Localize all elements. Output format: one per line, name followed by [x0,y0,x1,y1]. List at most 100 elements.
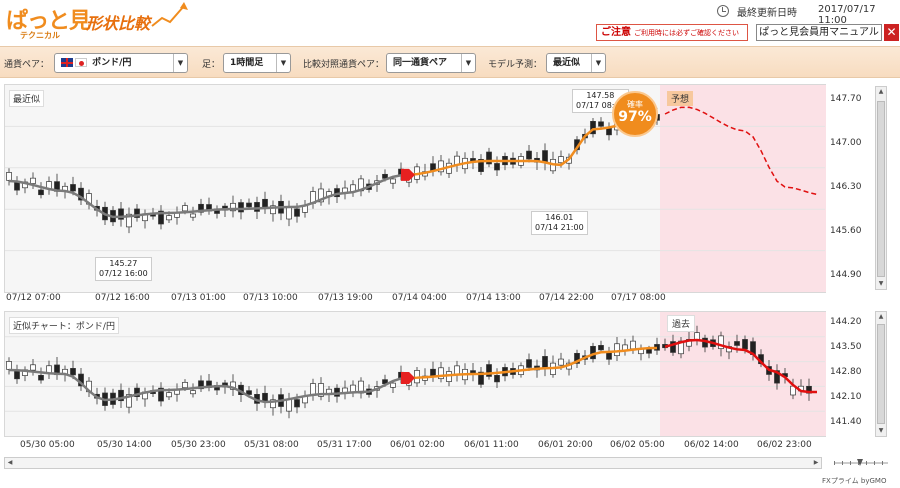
candle [262,392,268,402]
scroll-down-icon[interactable]: ▼ [876,426,886,436]
bar-label: 足： [202,60,221,70]
candle [294,399,300,408]
updated-label: 最終更新日時 [737,8,797,19]
candle [598,345,604,351]
candle [542,150,548,163]
candle [6,172,12,181]
manual-button[interactable]: ぱっと見会員用マニュアル [756,24,882,41]
jp-flag-icon [75,58,87,67]
panel2-tag: 近似チャート：ポンド/円 [9,317,119,334]
x-tick: 07/12 07:00 [6,293,61,303]
chevron-down-icon: ▼ [591,54,605,72]
candle [166,392,172,398]
y-tick: 144.20 [830,317,862,327]
scroll-up-icon[interactable]: ▲ [876,312,886,322]
bar-value: 1時間足 [230,58,264,68]
candle [390,178,396,184]
candle [182,205,188,212]
start-marker-icon [401,168,415,181]
notice-text: ご利用時には必ずご確認ください [634,29,739,37]
footer-brand: FXプライム byGMO [822,477,887,485]
candle [246,202,252,208]
candle [542,356,548,369]
zoom-slider[interactable] [830,458,892,468]
y-tick: 142.10 [830,392,862,402]
panel1-x-axis: 07/12 07:00 07/12 16:00 07/13 01:00 07/1… [0,293,826,309]
bar-select[interactable]: 1時間足 ▼ [223,53,291,73]
candle [430,368,436,377]
x-tick: 06/01 02:00 [390,440,445,450]
candle [694,332,700,340]
forecast-line [664,338,817,394]
chevron-down-icon: ▼ [276,54,290,72]
scroll-up-icon[interactable]: ▲ [876,87,886,97]
candle [526,150,532,160]
candle [614,343,620,357]
candle [558,358,564,366]
compare-select[interactable]: 同一通貨ペア ▼ [386,53,476,73]
y-tick: 142.80 [830,367,862,377]
x-tick: 07/13 19:00 [318,293,373,303]
start-marker-icon [401,371,415,384]
x-tick: 07/12 16:00 [95,293,150,303]
y-tick: 146.30 [830,182,862,192]
annotation-low: 145.27 07/12 16:00 [95,257,152,281]
uk-flag-icon [61,58,73,67]
chevron-down-icon: ▼ [461,54,475,72]
candle [14,370,20,380]
scroll-right-icon[interactable]: ▶ [811,458,821,468]
annotation-mid: 146.01 07/14 21:00 [531,211,588,235]
candle [190,213,196,218]
scroll-down-icon[interactable]: ▼ [876,279,886,289]
pair-value: ポンド/円 [92,58,132,68]
x-tick: 05/30 05:00 [20,440,75,450]
candle [254,202,260,212]
x-tick: 07/14 13:00 [466,293,521,303]
panel2-vertical-scrollbar[interactable]: ▲ ▼ [875,311,887,437]
candle [6,361,12,370]
compare-value: 同一通貨ペア [393,58,448,68]
close-button[interactable]: ✕ [884,24,899,41]
candle [598,121,604,127]
x-tick: 05/30 14:00 [97,440,152,450]
panel1-y-axis: 147.70 147.00 146.30 145.60 144.90 [826,84,874,293]
annotation-low-value: 145.27 [109,259,138,268]
candle [30,364,36,371]
panel1-vertical-scrollbar[interactable]: ▲ ▼ [875,86,887,290]
candle [38,189,44,196]
candle [430,163,436,171]
model-select[interactable]: 最近似 ▼ [546,53,606,73]
notice-button[interactable]: ご注意 ご利用時には必ずご確認ください [596,24,748,41]
x-tick: 07/17 08:00 [611,293,666,303]
scroll-thumb[interactable] [877,101,885,277]
app-window: ぱっと見 テクニカル 形状比較 最終更新日時 2017/07/17 11:00 … [0,0,900,488]
horizontal-scrollbar[interactable]: ◀ ▶ [4,457,822,469]
candle [590,345,596,360]
candle [286,398,292,412]
candle [238,202,244,213]
candle [454,365,460,375]
x-tick: 07/14 04:00 [392,293,447,303]
past-chart-panel: 近似チャート：ポンド/円 過去 [4,311,826,437]
past-chart[interactable] [5,312,825,436]
x-tick: 06/02 14:00 [684,440,739,450]
updated-time: 2017/07/17 11:00 [818,4,876,26]
scroll-left-icon[interactable]: ◀ [5,458,15,468]
logo: ぱっと見 テクニカル [6,3,91,41]
x-tick: 06/01 20:00 [538,440,593,450]
candle [166,215,172,221]
forecast-line [664,106,818,196]
candle [182,381,188,388]
y-tick: 147.70 [830,94,862,104]
clock-icon [717,5,729,17]
pair-select[interactable]: ポンド/円 ▼ [54,53,188,73]
candle [630,340,636,350]
annotation-mid-value: 146.01 [545,213,574,222]
scroll-thumb[interactable] [877,324,885,424]
probability-label: 確率 [627,100,643,109]
panel2-y-axis: 144.20 143.50 142.80 142.10 141.40 [826,311,874,437]
logo-sub: テクニカル [20,31,60,40]
candle [38,374,44,381]
candle [350,384,356,393]
panel2-x-axis: 05/30 05:00 05/30 14:00 05/30 23:00 05/3… [0,440,826,456]
